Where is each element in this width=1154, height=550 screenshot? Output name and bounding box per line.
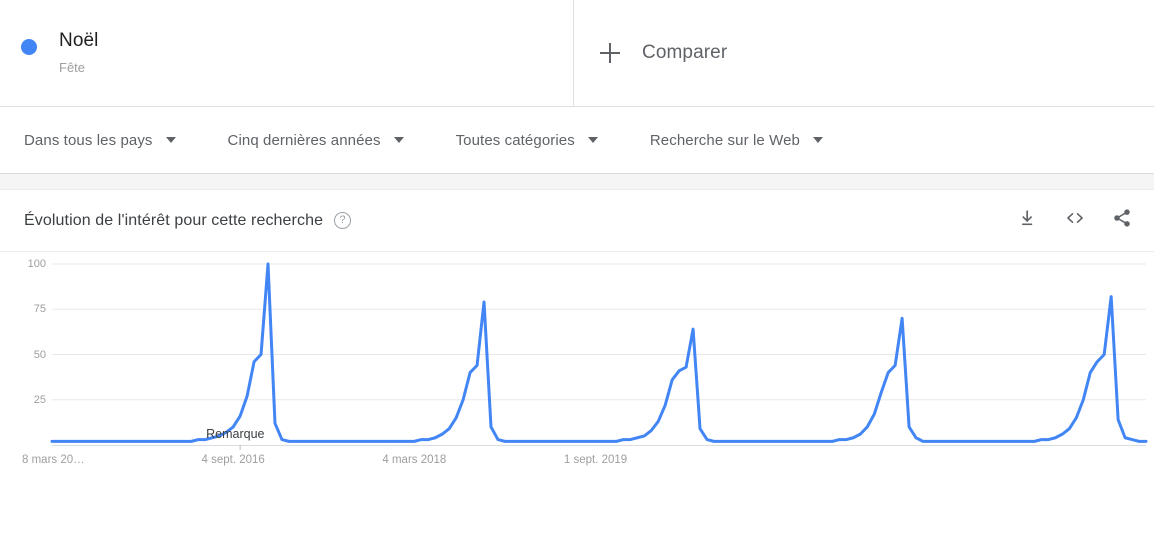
card-title: Évolution de l'intérêt pour cette recher…: [24, 211, 324, 229]
chart-plot-area: 25 50 75 100 8 mars 20… 4 sept. 2016 4 mars 2…: [0, 252, 1154, 550]
chevron-down-icon: [165, 137, 176, 143]
card-actions: [1018, 208, 1132, 233]
search-term-title: Noël: [59, 30, 99, 51]
filter-bar: Dans tous les pays Cinq dernières années…: [0, 107, 1154, 173]
x-axis-tick: 4 sept. 2016: [201, 454, 265, 466]
filter-search-type[interactable]: Recherche sur le Web: [650, 132, 823, 149]
x-axis-tick: 8 mars 20…: [22, 454, 85, 466]
filter-time-range-label: Cinq dernières années: [227, 131, 381, 149]
chevron-down-icon: [812, 137, 823, 143]
y-axis-tick: 100: [27, 258, 46, 270]
y-axis-tick: 25: [33, 393, 46, 406]
compare-cell: Comparer: [574, 0, 1154, 106]
interest-over-time-card: Évolution de l'intérêt pour cette recher…: [0, 190, 1154, 550]
filter-location-label: Dans tous les pays: [24, 131, 153, 149]
embed-code-icon[interactable]: [1064, 208, 1086, 233]
section-divider-band: [0, 173, 1154, 190]
filter-category-label: Toutes catégories: [455, 131, 575, 149]
term-text-group: Noël Fête: [59, 29, 98, 78]
help-icon[interactable]: ?: [334, 212, 352, 229]
plus-icon: [600, 43, 620, 63]
chevron-down-icon: [393, 137, 404, 143]
chart-annotation-label: Remarque: [206, 427, 265, 441]
compare-label: Comparer: [642, 42, 728, 63]
term-bar: Noël Fête Comparer: [0, 0, 1154, 107]
search-term-card[interactable]: Noël Fête: [0, 0, 574, 107]
download-icon[interactable]: [1018, 208, 1038, 233]
add-comparison-button[interactable]: Comparer: [600, 42, 727, 64]
card-header: Évolution de l'intérêt pour cette recher…: [0, 190, 1154, 252]
y-axis-tick: 50: [33, 348, 46, 361]
filter-search-type-label: Recherche sur le Web: [649, 131, 800, 149]
share-icon[interactable]: [1112, 208, 1132, 233]
filter-category[interactable]: Toutes catégories: [456, 132, 598, 149]
filter-time-range[interactable]: Cinq dernières années: [228, 132, 404, 149]
x-axis-tick: 1 sept. 2019: [563, 454, 628, 466]
search-term-category: Fête: [59, 60, 86, 75]
y-axis-tick: 75: [33, 303, 46, 316]
chevron-down-icon: [587, 137, 598, 143]
filter-location[interactable]: Dans tous les pays: [24, 132, 176, 149]
x-axis-tick: 4 mars 2018: [382, 454, 447, 466]
series-color-dot: [21, 38, 37, 55]
